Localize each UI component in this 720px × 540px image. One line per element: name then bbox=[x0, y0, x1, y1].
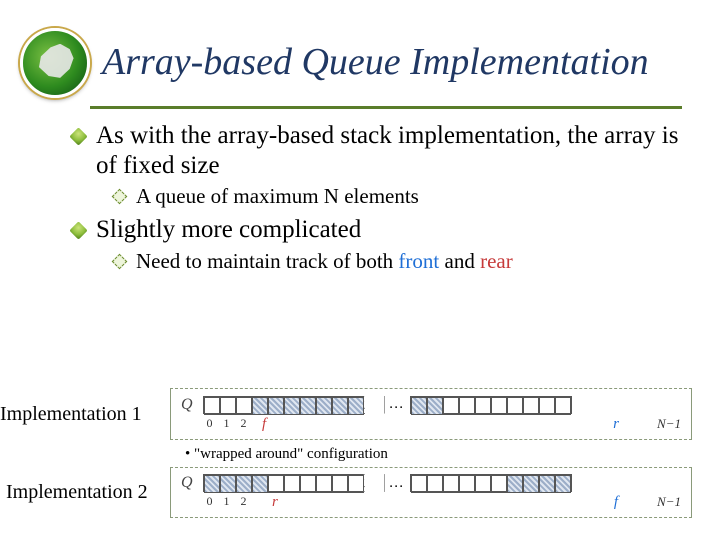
bullet-complicated: Slightly more complicated Need to mainta… bbox=[78, 215, 682, 274]
r-label: r bbox=[591, 416, 641, 433]
diagram-area: Implementation 1 Q … 0 1 2 f r bbox=[0, 386, 692, 520]
impl1-diagram: Q … 0 1 2 f r N−1 bbox=[170, 388, 692, 439]
bullet-text: As with the array-based stack implementa… bbox=[96, 122, 678, 179]
idx-0: 0 bbox=[201, 416, 218, 433]
text: and bbox=[439, 249, 480, 273]
f-label: f bbox=[591, 494, 641, 511]
unt-logo bbox=[20, 28, 90, 98]
array-q-label: Q bbox=[181, 474, 193, 491]
slide-title: Array-based Queue Implementation bbox=[102, 43, 649, 83]
wrapped-config-bullet: "wrapped around" configuration bbox=[185, 446, 692, 463]
slide-body: As with the array-based stack implementa… bbox=[0, 119, 720, 274]
idx-2: 2 bbox=[235, 416, 252, 433]
r-label: r bbox=[272, 494, 372, 511]
subbullet-max-n: A queue of maximum N elements bbox=[114, 184, 682, 209]
impl2-label: Implementation 2 bbox=[0, 481, 170, 504]
idx-0: 0 bbox=[201, 494, 218, 511]
impl2-diagram: Q … 0 1 2 r f N−1 bbox=[170, 467, 692, 518]
nminus1-label: N−1 bbox=[641, 416, 681, 433]
bullet-fixed-size: As with the array-based stack implementa… bbox=[78, 121, 682, 209]
array-q-label: Q bbox=[181, 396, 193, 413]
rear-word: rear bbox=[480, 249, 513, 273]
nminus1-label: N−1 bbox=[641, 494, 681, 511]
bullet-text: Slightly more complicated bbox=[96, 216, 361, 243]
front-word: front bbox=[398, 249, 439, 273]
text: Need to maintain track of both bbox=[136, 249, 398, 273]
idx-1: 1 bbox=[218, 494, 235, 511]
wrapped-config-text: "wrapped around" configuration bbox=[194, 446, 388, 462]
ellipsis: … bbox=[389, 475, 404, 492]
ellipsis: … bbox=[389, 396, 404, 413]
f-label: f bbox=[262, 416, 382, 433]
idx-2: 2 bbox=[235, 494, 252, 511]
idx-1: 1 bbox=[218, 416, 235, 433]
impl1-label: Implementation 1 bbox=[0, 403, 170, 426]
subbullet-front-rear: Need to maintain track of both front and… bbox=[114, 249, 682, 274]
title-underline bbox=[90, 106, 682, 109]
